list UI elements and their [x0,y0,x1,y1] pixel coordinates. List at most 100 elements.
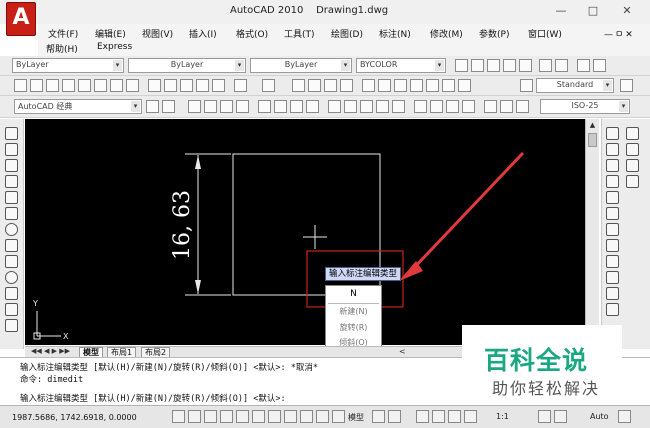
polyline-icon[interactable] [5,159,18,172]
zoom-realtime-icon[interactable] [455,59,468,72]
autocad-logo-icon[interactable]: A [6,2,36,36]
menu-help[interactable]: 帮助(H) [46,42,78,55]
draworder-icon[interactable] [626,127,639,140]
mirror-icon[interactable] [606,159,619,172]
menu-window[interactable]: 窗口(W) [528,27,562,40]
offset-icon[interactable] [606,175,619,188]
menu-draw[interactable]: 绘图(D) [331,27,363,40]
erase-icon[interactable] [606,127,619,140]
array-icon[interactable] [606,191,619,204]
stretch-icon[interactable] [606,255,619,268]
ordinate-dimension-icon[interactable] [236,100,249,113]
insert-block-icon[interactable] [5,287,18,300]
angular-dimension-icon[interactable] [306,100,319,113]
menu-format[interactable]: 格式(O) [236,27,268,40]
vertical-scroll-thumb[interactable] [588,133,597,147]
spline-icon[interactable] [5,255,18,268]
option-current[interactable]: N [326,289,381,299]
properties-icon[interactable] [362,79,375,92]
zoom-previous-icon[interactable] [487,59,500,72]
extend-icon[interactable] [606,287,619,300]
line-icon[interactable] [5,127,18,140]
baseline-dimension-icon[interactable] [344,100,357,113]
print-icon[interactable] [62,79,75,92]
quick-dimension-icon[interactable] [328,100,341,113]
zoom-previous-2-icon[interactable] [340,79,353,92]
option-new[interactable]: 新建(N) [326,306,381,317]
diameter-dimension-icon[interactable] [290,100,303,113]
scale-icon[interactable] [606,239,619,252]
undo-icon[interactable] [234,79,247,92]
ortho-mode-icon[interactable] [220,410,233,423]
menu-insert[interactable]: 插入(I) [189,27,217,40]
mdi-window-controls[interactable]: —ㅁ✕ [604,27,635,40]
point-icon[interactable] [5,319,18,332]
minimize-button[interactable]: — [553,4,569,18]
zoom-window-icon[interactable] [471,59,484,72]
tolerance-icon[interactable] [414,100,427,113]
quick-properties-icon[interactable] [332,410,345,423]
print-preview-icon[interactable] [78,79,91,92]
menu-dimension[interactable]: 标注(N) [379,27,411,40]
polar-tracking-icon[interactable] [236,410,249,423]
auto-scale-icon[interactable] [554,410,567,423]
make-block-icon[interactable] [5,303,18,316]
infer-constraints-icon[interactable] [172,410,185,423]
ellipse-icon[interactable] [5,271,18,284]
lineweight-combo[interactable]: ByLayer ▾ [250,58,352,73]
drawing-canvas[interactable]: 16, 63 Y X [25,119,593,345]
jogged-dimension-icon[interactable] [274,100,287,113]
radius-dimension-icon[interactable] [258,100,271,113]
pan-icon[interactable] [292,79,305,92]
zoom-all-icon[interactable] [503,59,516,72]
help-icon[interactable] [458,79,471,92]
zoom-object-icon[interactable] [593,59,606,72]
jogged-linear-icon[interactable] [462,100,475,113]
polygon-icon[interactable] [5,175,18,188]
menu-express[interactable]: Express [97,42,132,52]
3d-dwf-icon[interactable] [110,79,123,92]
snap-mode-icon[interactable] [188,410,201,423]
menu-view[interactable]: 视图(V) [142,27,173,40]
etransmit-icon[interactable] [126,79,139,92]
workspace-switch[interactable]: Auto [590,412,609,421]
dim-style-icon[interactable] [620,79,633,92]
move-icon[interactable] [606,207,619,220]
quick-view-icon[interactable] [388,410,401,423]
quickcalc-icon[interactable] [442,79,455,92]
scroll-up-icon[interactable]: ▲ [587,121,598,130]
circle-icon[interactable] [5,223,18,236]
break-icon[interactable] [606,303,619,316]
annotation-scale[interactable]: 1:1 [496,412,509,421]
dimension-text-edit-icon[interactable] [500,100,513,113]
menu-tools[interactable]: 工具(T) [284,27,315,40]
open-icon[interactable] [30,79,43,92]
inspection-icon[interactable] [446,100,459,113]
zoom-window-2-icon[interactable] [324,79,337,92]
clean-screen-icon[interactable] [618,410,631,423]
center-mark-icon[interactable] [430,100,443,113]
vertical-scrollbar[interactable]: ▲ [585,119,599,345]
bring-front-icon[interactable] [626,143,639,156]
new-icon[interactable] [14,79,27,92]
continue-dimension-icon[interactable] [360,100,373,113]
plotstyle-combo[interactable]: BYCOLOR ▾ [356,58,446,73]
close-button[interactable]: ✕ [619,4,635,18]
save-icon[interactable] [46,79,59,92]
tool-palettes-icon[interactable] [394,79,407,92]
redo-icon[interactable] [262,79,275,92]
linear-dimension-icon[interactable] [188,100,201,113]
object-snap-tracking-icon[interactable] [268,410,281,423]
zoom-extents-icon[interactable] [519,59,532,72]
publish-icon[interactable] [94,79,107,92]
workspace-save-icon[interactable] [162,100,175,113]
copy-icon[interactable] [164,79,177,92]
text-style-combo[interactable]: Standard ▾ [536,78,614,93]
showmotion-icon[interactable] [464,410,477,423]
dimension-break-icon[interactable] [392,100,405,113]
menu-edit[interactable]: 编辑(E) [95,27,126,40]
revision-cloud-icon[interactable] [5,239,18,252]
text-style-icon[interactable] [520,79,533,92]
text-above-icon[interactable] [626,175,639,188]
dynamic-ucs-icon[interactable] [284,410,297,423]
